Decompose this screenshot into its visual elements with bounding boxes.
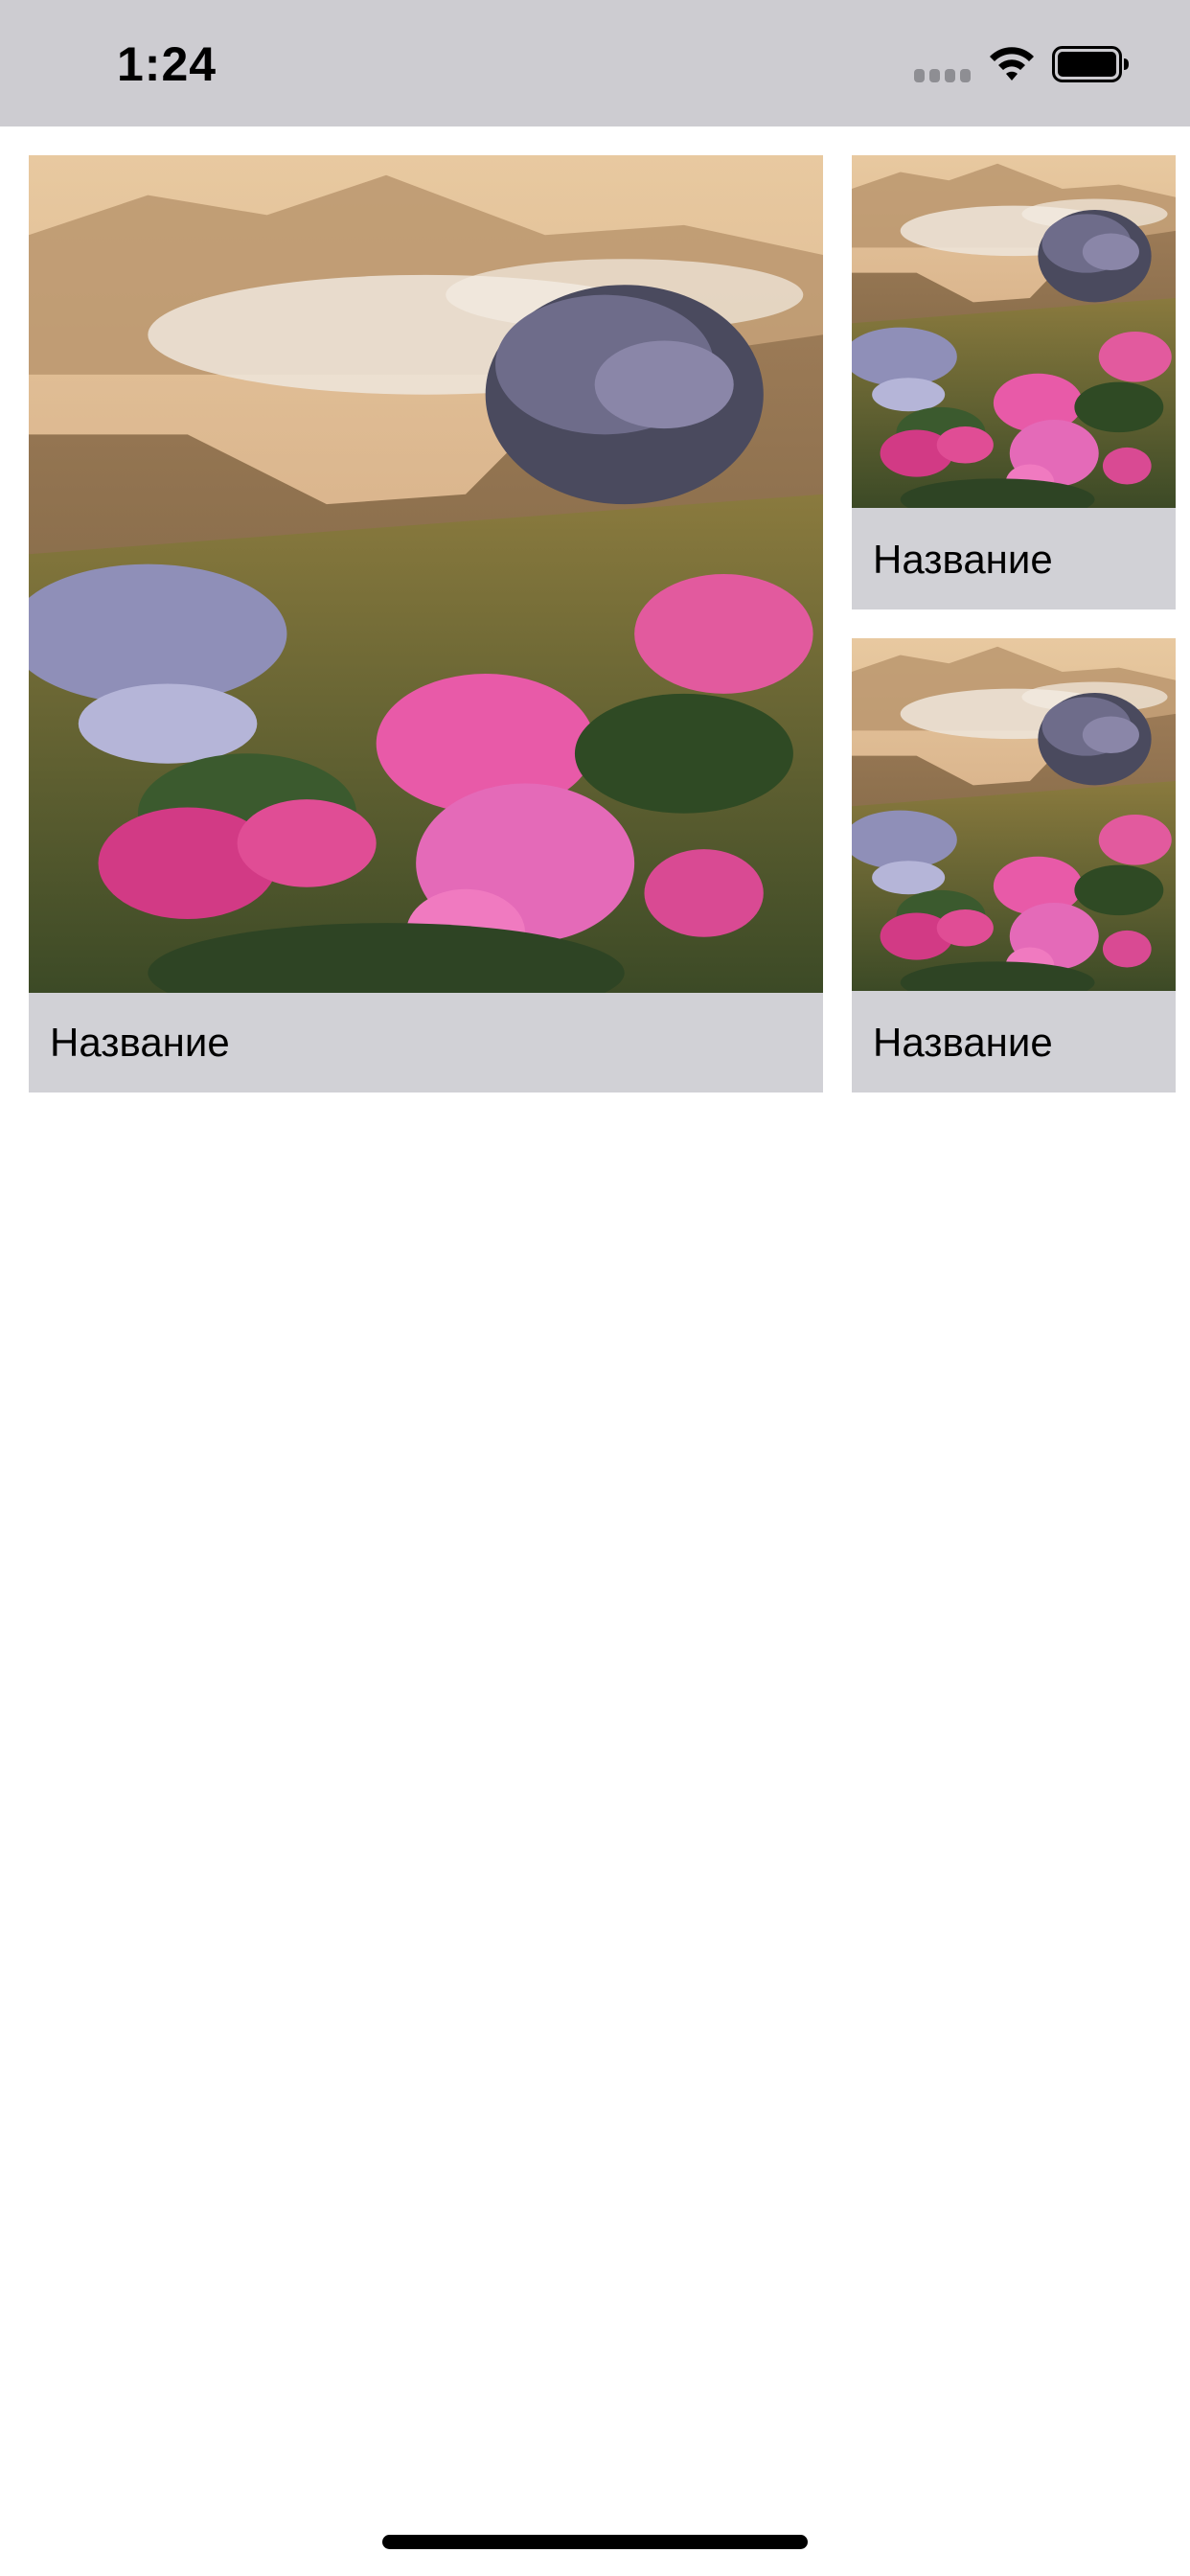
card-item[interactable]: Название [852, 638, 1176, 1092]
card-item[interactable]: Название [852, 155, 1176, 610]
status-time: 1:24 [117, 37, 217, 91]
wifi-icon [990, 47, 1034, 80]
home-indicator[interactable] [382, 2535, 808, 2549]
card-title: Название [873, 1020, 1053, 1065]
battery-icon [1052, 46, 1129, 82]
card-image [852, 155, 1176, 508]
cellular-signal-icon [914, 69, 972, 82]
status-bar: 1:24 [0, 0, 1190, 126]
card-title: Название [50, 1020, 230, 1065]
card-title: Название [873, 537, 1053, 582]
card-image [852, 638, 1176, 991]
card-item[interactable]: Название [29, 155, 823, 1092]
card-image [29, 155, 823, 993]
